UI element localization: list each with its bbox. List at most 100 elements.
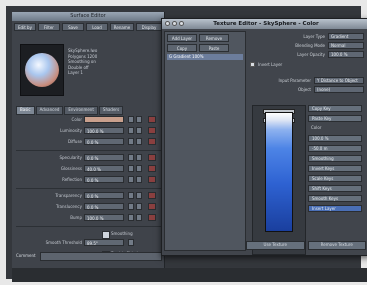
prop-field[interactable]: 40.0 % <box>84 165 124 172</box>
close-icon[interactable] <box>165 21 170 26</box>
color-swatch[interactable] <box>84 116 124 123</box>
prop-stepper[interactable] <box>128 176 134 183</box>
texture-button[interactable] <box>136 154 142 161</box>
envelope-button[interactable] <box>148 116 156 123</box>
layer-type-label: Layer Type <box>303 34 325 39</box>
texture-button[interactable] <box>136 165 142 172</box>
prop-stepper[interactable] <box>128 154 134 161</box>
prop-field[interactable]: 0.0 % <box>84 203 124 210</box>
zoom-icon[interactable] <box>179 21 184 26</box>
use-texture-button[interactable]: Use Texture <box>246 241 305 250</box>
edit-by-button[interactable]: Edit by <box>14 23 36 31</box>
paste-button[interactable]: Paste <box>199 44 229 52</box>
color-label: Color <box>311 125 322 130</box>
layer-item-gradient[interactable]: G Gradient 100% <box>167 54 243 60</box>
invert-layer-checkbox[interactable] <box>250 62 255 67</box>
prop-specularity: Specularity 0.0 % <box>16 154 162 163</box>
surface-preview[interactable] <box>20 44 64 96</box>
envelope-button[interactable] <box>148 165 156 172</box>
smoothing-checkbox[interactable] <box>102 231 110 239</box>
display-button[interactable]: Display <box>136 23 162 31</box>
surface-info: SkySphere.lwo Polygons 1200 Smoothing on… <box>68 48 128 76</box>
prop-label: Transparency <box>55 193 82 198</box>
prop-transparency: Transparency 0.0 % <box>16 192 162 201</box>
remove-layer-button[interactable]: Remove <box>199 34 229 42</box>
prop-stepper[interactable] <box>128 214 134 221</box>
prop-stepper[interactable] <box>128 239 134 246</box>
prop-stepper[interactable] <box>128 165 134 172</box>
prop-stepper[interactable] <box>128 203 134 210</box>
paste-key-button[interactable]: Paste Key <box>308 115 362 122</box>
tab-basic[interactable]: Basic <box>16 106 35 115</box>
prop-label: Luminosity <box>60 128 82 133</box>
copy-button[interactable]: Copy <box>167 44 197 52</box>
texture-editor-title[interactable]: Texture Editor - SkySphere - Color <box>162 19 367 29</box>
layer-opacity-field[interactable]: 100.0 % <box>328 51 364 58</box>
add-layer-button[interactable]: Add Layer <box>167 34 197 42</box>
texture-button[interactable] <box>136 116 142 123</box>
shift-keys-button[interactable]: Shift Keys <box>308 185 362 192</box>
surface-props: Color Luminosity 100.0 % Diffuse 0.0 % Spe… <box>16 116 162 259</box>
prop-smooth-threshold: Smooth Threshold 89.5° <box>16 239 162 248</box>
input-parameter-row: Input Parameter Y Distance to Object <box>279 77 364 84</box>
layer-type-row: Layer Type Gradient <box>303 33 364 40</box>
texture-button[interactable] <box>136 214 142 221</box>
envelope-button[interactable] <box>148 214 156 221</box>
prop-field[interactable]: 100.0 % <box>84 127 124 134</box>
prop-stepper[interactable] <box>128 138 134 145</box>
envelope-button[interactable] <box>148 154 156 161</box>
divider <box>16 188 162 189</box>
gradient-bar[interactable] <box>265 112 293 232</box>
input-parameter-dropdown[interactable]: Y Distance to Object <box>314 77 364 84</box>
filter-button[interactable]: Filter <box>38 23 60 31</box>
envelope-button[interactable] <box>148 127 156 134</box>
tab-shaders[interactable]: Shaders <box>98 106 124 115</box>
prop-field[interactable]: 0.0 % <box>84 176 124 183</box>
prop-luminosity: Luminosity 100.0 % <box>16 127 162 136</box>
prop-stepper[interactable] <box>128 116 134 123</box>
texture-footer: Use Texture Remove Texture <box>246 241 366 250</box>
tab-advanced[interactable]: Advanced <box>35 106 64 115</box>
envelope-button[interactable] <box>148 176 156 183</box>
copy-key-button[interactable]: Copy Key <box>308 105 362 112</box>
layer-type-dropdown[interactable]: Gradient <box>328 33 364 40</box>
comment-row: Comment <box>16 252 162 261</box>
save-button[interactable]: Save <box>62 23 84 31</box>
envelope-button[interactable] <box>148 138 156 145</box>
envelope-button[interactable] <box>148 203 156 210</box>
remove-texture-button[interactable]: Remove Texture <box>307 241 366 250</box>
smoothing-dropdown[interactable]: Smoothing <box>308 155 362 162</box>
alpha-field[interactable]: 100.0 % <box>308 135 362 142</box>
prop-glossiness: Glossiness 40.0 % <box>16 165 162 174</box>
smoothing-row: Smoothing <box>16 230 162 239</box>
scale-keys-button[interactable]: Scale Keys <box>308 175 362 182</box>
blending-mode-dropdown[interactable]: Normal <box>328 42 364 49</box>
invert-layer-label: Invert Layer <box>258 62 283 67</box>
texture-button[interactable] <box>136 138 142 145</box>
prop-stepper[interactable] <box>128 127 134 134</box>
texture-button[interactable] <box>136 176 142 183</box>
tab-environment[interactable]: Environment <box>64 106 98 115</box>
prop-field[interactable]: 0.0 % <box>84 192 124 199</box>
rename-button[interactable]: Rename <box>110 23 134 31</box>
comment-field[interactable] <box>40 252 162 261</box>
smooth-keys-button[interactable]: Smooth Keys <box>308 195 362 202</box>
load-button[interactable]: Load <box>86 23 108 31</box>
envelope-button[interactable] <box>148 192 156 199</box>
invert-keys-button[interactable]: Invert Keys <box>308 165 362 172</box>
insert-layer-button[interactable]: Insert Layer <box>308 205 362 212</box>
prop-field[interactable]: 89.5° <box>84 239 124 246</box>
texture-button[interactable] <box>136 203 142 210</box>
object-dropdown[interactable]: (none) <box>314 86 364 93</box>
prop-stepper[interactable] <box>128 192 134 199</box>
parameter-field[interactable]: -50.0 m <box>308 145 362 152</box>
prop-field[interactable]: 0.0 % <box>84 138 124 145</box>
texture-button[interactable] <box>136 127 142 134</box>
layer-buttons: Add Layer Remove <box>167 34 243 42</box>
texture-button[interactable] <box>136 192 142 199</box>
invert-layer-row: Invert Layer <box>250 61 285 68</box>
comment-label: Comment <box>16 253 36 258</box>
prop-field[interactable]: 100.0 % <box>84 214 124 221</box>
minimize-icon[interactable] <box>172 21 177 26</box>
prop-field[interactable]: 0.0 % <box>84 154 124 161</box>
